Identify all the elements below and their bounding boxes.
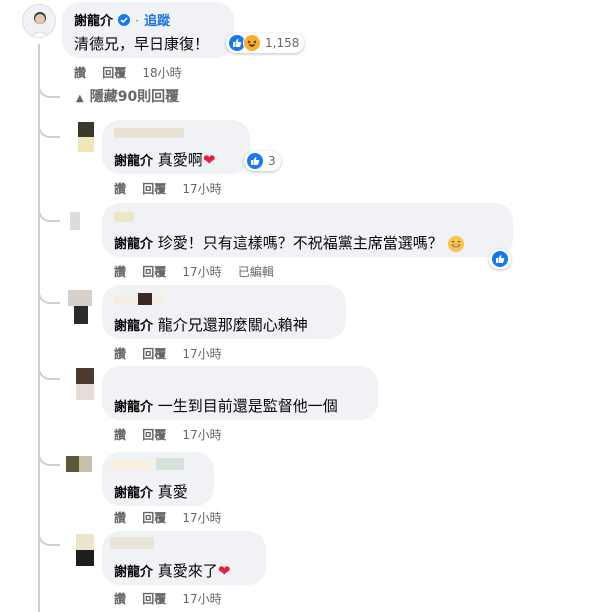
reply-button[interactable]: 回覆 <box>142 182 166 196</box>
timestamp[interactable]: 17小時 <box>182 592 221 606</box>
like-button[interactable]: 讚 <box>114 265 126 279</box>
reaction-count: 3 <box>268 154 276 168</box>
timestamp[interactable]: 17小時 <box>182 511 221 525</box>
avatar[interactable] <box>76 534 94 566</box>
mention-link[interactable]: 謝龍介 <box>114 237 153 252</box>
haha-icon <box>243 34 261 52</box>
avatar[interactable] <box>68 290 92 324</box>
reaction-summary[interactable]: 3 <box>244 151 281 171</box>
edited-label: 已編輯 <box>237 265 274 279</box>
blurred-author <box>114 212 134 222</box>
timestamp[interactable]: 18小時 <box>142 66 181 80</box>
reply-button[interactable]: 回覆 <box>142 592 166 606</box>
comment-text: 清德兄，早日康復！ <box>74 35 210 53</box>
blurred-author <box>110 537 154 549</box>
timestamp[interactable]: 17小時 <box>182 347 221 361</box>
blurred-author <box>114 128 184 138</box>
like-button[interactable]: 讚 <box>114 347 126 361</box>
top-comment-bubble: 謝龍介 · 追蹤 清德兄，早日康復！ <box>62 2 234 58</box>
reaction-count: 1,158 <box>265 36 300 50</box>
reply-actions: 讚 回覆 17小時 <box>114 426 234 443</box>
person-icon <box>30 12 50 37</box>
reply-actions: 讚 回覆 17小時 <box>114 345 234 362</box>
like-icon <box>246 152 264 170</box>
like-button[interactable]: 讚 <box>114 592 126 606</box>
thread-connector-1 <box>38 124 60 138</box>
thread-connector-hidden <box>38 84 60 98</box>
reply-text: 珍愛！只有這樣嗎？不祝福黨主席當選嗎？ <box>157 234 443 252</box>
reply-bubble: 謝龍介 真愛來了❤ <box>102 531 266 585</box>
avatar[interactable] <box>76 368 94 400</box>
comment-author[interactable]: 謝龍介 <box>74 14 113 29</box>
timestamp[interactable]: 17小時 <box>182 428 221 442</box>
blurred-author <box>110 460 150 470</box>
reaction-summary[interactable] <box>489 249 511 269</box>
reply-bubble: 謝龍介 龍介兄還那麼關心賴神 <box>102 285 346 339</box>
avatar[interactable] <box>78 122 94 152</box>
reply-button[interactable]: 回覆 <box>142 265 166 279</box>
mention-link[interactable]: 謝龍介 <box>114 319 153 334</box>
avatar[interactable] <box>66 456 92 472</box>
like-button[interactable]: 讚 <box>114 182 126 196</box>
thread-connector-6 <box>38 532 60 546</box>
thread-connector-5 <box>38 452 60 466</box>
reply-button[interactable]: 回覆 <box>142 511 166 525</box>
reply-text: 真愛啊 <box>157 151 203 169</box>
reply-bubble: 謝龍介 真愛 <box>102 452 214 506</box>
reply-button[interactable]: 回覆 <box>102 66 126 80</box>
top-comment-actions: 讚 回覆 18小時 <box>74 64 194 81</box>
chevron-up-icon: ▲ <box>76 93 84 104</box>
timestamp[interactable]: 17小時 <box>182 265 221 279</box>
mention-link[interactable]: 謝龍介 <box>114 154 153 169</box>
timestamp[interactable]: 17小時 <box>182 182 221 196</box>
thread-connector-3 <box>38 290 60 304</box>
avatar[interactable] <box>70 212 80 230</box>
reply-button[interactable]: 回覆 <box>142 347 166 361</box>
reply-button[interactable]: 回覆 <box>142 428 166 442</box>
reply-bubble: 謝龍介 真愛啊❤ <box>102 120 250 174</box>
mention-link[interactable]: 謝龍介 <box>114 565 153 580</box>
follow-button[interactable]: 追蹤 <box>144 14 170 29</box>
avatar[interactable] <box>22 4 56 38</box>
reply-text: 龍介兄還那麼關心賴神 <box>157 316 308 334</box>
mention-link[interactable]: 謝龍介 <box>114 486 153 501</box>
thread-connector-4 <box>38 366 60 380</box>
hide-replies-button[interactable]: ▲ 隱藏90則回覆 <box>76 86 179 106</box>
like-button[interactable]: 讚 <box>114 511 126 525</box>
reply-text: 真愛 <box>157 483 188 501</box>
reply-bubble: 謝龍介 珍愛！只有這樣嗎？不祝福黨主席當選嗎？ <box>102 203 513 257</box>
reply-actions: 讚 回覆 17小時 已編輯 <box>114 263 286 280</box>
reaction-summary[interactable]: 1,158 <box>226 33 305 53</box>
heart-icon: ❤ <box>217 562 231 580</box>
reply-actions: 讚 回覆 17小時 <box>114 180 234 197</box>
like-button[interactable]: 讚 <box>114 428 126 442</box>
heart-icon: ❤ <box>202 151 216 169</box>
like-icon <box>491 250 509 268</box>
verified-icon <box>118 14 131 26</box>
mention-link[interactable]: 謝龍介 <box>114 400 153 415</box>
reply-text: 真愛來了 <box>157 562 218 580</box>
reply-bubble: 謝龍介 一生到目前還是監督他一個 <box>102 366 378 420</box>
reply-actions: 讚 回覆 17小時 <box>114 590 234 607</box>
grin-emoji-icon <box>447 235 464 252</box>
reply-text: 一生到目前還是監督他一個 <box>157 397 338 415</box>
thread-connector-2 <box>38 208 60 222</box>
like-button[interactable]: 讚 <box>74 66 86 80</box>
reply-actions: 讚 回覆 17小時 <box>114 509 234 526</box>
